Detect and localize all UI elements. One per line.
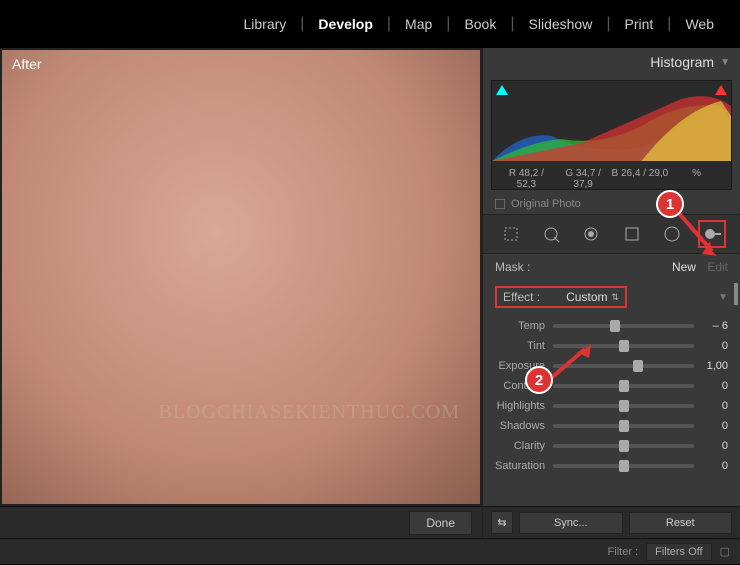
crop-tool-icon[interactable]: [497, 220, 525, 248]
photo-preview-area: After BLOGCHIASEKIENTHUC.COM Done: [0, 48, 482, 538]
slider-track[interactable]: [553, 424, 694, 428]
module-web[interactable]: Web: [671, 16, 728, 32]
highlight-clip-icon[interactable]: [715, 85, 727, 95]
callout-2: 2: [525, 366, 553, 394]
reset-button[interactable]: Reset: [629, 512, 733, 534]
callout-1: 1: [656, 190, 684, 218]
slider-value[interactable]: 0: [694, 340, 728, 352]
right-panel: Histogram ▼ R 48,2 / 52,3 G 34,7 / 37,9 …: [482, 48, 740, 538]
slider-value[interactable]: 0: [694, 460, 728, 472]
slider-value[interactable]: 1,00: [694, 360, 728, 372]
slider-thumb[interactable]: [619, 340, 629, 352]
slider-value[interactable]: – 6: [694, 320, 728, 332]
spot-removal-icon[interactable]: [537, 220, 565, 248]
slider-shadows: Shadows 0: [495, 416, 728, 436]
mask-label: Mask :: [495, 260, 530, 274]
module-map[interactable]: Map: [391, 16, 446, 32]
shadow-clip-icon[interactable]: [496, 85, 508, 95]
photo-preview[interactable]: BLOGCHIASEKIENTHUC.COM: [2, 50, 480, 504]
watermark: BLOGCHIASEKIENTHUC.COM: [159, 401, 460, 424]
filter-lock-icon[interactable]: ▢: [720, 545, 730, 558]
slider-thumb[interactable]: [619, 400, 629, 412]
slider-thumb[interactable]: [619, 440, 629, 452]
done-button[interactable]: Done: [409, 511, 472, 535]
slider-track[interactable]: [553, 324, 694, 328]
module-slideshow[interactable]: Slideshow: [515, 16, 607, 32]
sync-button[interactable]: Sync...: [519, 512, 623, 534]
slider-value[interactable]: 0: [694, 380, 728, 392]
module-book[interactable]: Book: [450, 16, 510, 32]
filter-label: Filter :: [608, 546, 639, 558]
graduated-filter-icon[interactable]: [618, 220, 646, 248]
slider-label: Temp: [495, 320, 553, 332]
redeye-tool-icon[interactable]: [577, 220, 605, 248]
effect-dropdown[interactable]: Effect : Custom ⇅: [495, 286, 627, 308]
slider-highlights: Highlights 0: [495, 396, 728, 416]
slider-saturation: Saturation 0: [495, 456, 728, 476]
slider-thumb[interactable]: [619, 460, 629, 472]
slider-thumb[interactable]: [619, 380, 629, 392]
slider-thumb[interactable]: [610, 320, 620, 332]
after-label: After: [12, 56, 42, 72]
panel-collapse-icon[interactable]: ▼: [718, 292, 728, 303]
chevron-down-icon[interactable]: ▼: [720, 57, 730, 68]
slider-temp: Temp – 6: [495, 316, 728, 336]
slider-clarity: Clarity 0: [495, 436, 728, 456]
slider-track[interactable]: [553, 384, 694, 388]
slider-value[interactable]: 0: [694, 420, 728, 432]
slider-track[interactable]: [553, 444, 694, 448]
panel-scroll-indicator[interactable]: [734, 283, 738, 305]
dropdown-caret-icon: ⇅: [611, 292, 619, 303]
filter-bar: Filter : Filters Off ▢: [0, 538, 740, 564]
slider-label: Highlights: [495, 400, 553, 412]
arrow-1-icon: [672, 206, 722, 264]
slider-label: Clarity: [495, 440, 553, 452]
module-library[interactable]: Library: [229, 16, 300, 32]
slider-value[interactable]: 0: [694, 440, 728, 452]
slider-tint: Tint0: [495, 336, 728, 356]
slider-track[interactable]: [553, 404, 694, 408]
slider-value[interactable]: 0: [694, 400, 728, 412]
slider-label: Saturation: [495, 460, 553, 472]
original-photo-label: Original Photo: [511, 198, 581, 210]
module-picker: Library | Develop | Map | Book | Slidesh…: [0, 0, 740, 48]
histogram-display[interactable]: R 48,2 / 52,3 G 34,7 / 37,9 B 26,4 / 29,…: [491, 80, 732, 190]
original-photo-checkbox[interactable]: [495, 199, 505, 209]
slider-label: Shadows: [495, 420, 553, 432]
slider-thumb[interactable]: [633, 360, 643, 372]
slider-track[interactable]: [553, 464, 694, 468]
module-print[interactable]: Print: [611, 16, 668, 32]
module-develop[interactable]: Develop: [304, 16, 386, 32]
filter-dropdown[interactable]: Filters Off: [646, 543, 711, 561]
histogram-title[interactable]: Histogram: [650, 54, 714, 70]
slider-thumb[interactable]: [619, 420, 629, 432]
before-after-toggle[interactable]: ⇆: [491, 511, 513, 534]
histogram-readout: R 48,2 / 52,3 G 34,7 / 37,9 B 26,4 / 29,…: [492, 166, 731, 192]
